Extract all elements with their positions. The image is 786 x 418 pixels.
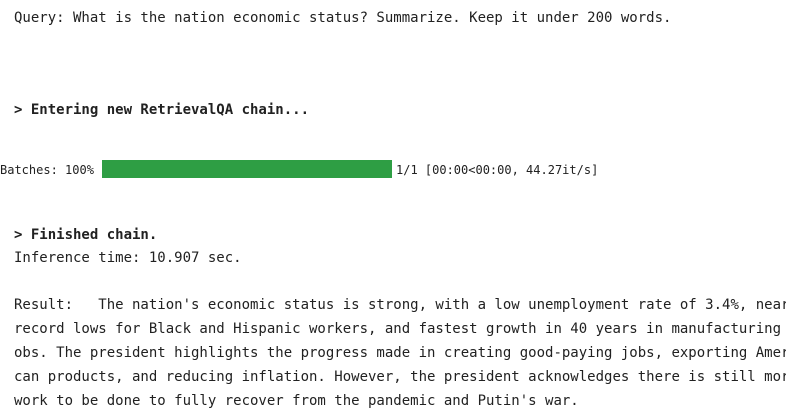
query-line: Query: What is the nation economic statu…	[14, 10, 672, 26]
result-line: obs. The president highlights the progre…	[14, 345, 786, 361]
chain-finish-line: > Finished chain.	[14, 227, 158, 243]
result-line: Result: The nation's economic status is …	[14, 297, 786, 313]
inference-time-line: Inference time: 10.907 sec.	[14, 250, 242, 266]
result-line: can products, and reducing inflation. Ho…	[14, 369, 786, 385]
progress-prefix: Batches: 100%	[0, 163, 94, 177]
progress-suffix: 1/1 [00:00<00:00, 44.27it/s]	[396, 163, 599, 177]
progress-bar-track	[102, 160, 392, 178]
chain-enter-line: > Entering new RetrievalQA chain...	[14, 102, 310, 118]
result-line: work to be done to fully recover from th…	[14, 393, 579, 409]
result-line: record lows for Black and Hispanic worke…	[14, 321, 786, 337]
batches-progress-row: Batches: 100% 1/1 [00:00<00:00, 44.27it/…	[0, 160, 598, 178]
progress-bar-fill	[102, 160, 392, 178]
result-block: Result: The nation's economic status is …	[14, 293, 786, 413]
